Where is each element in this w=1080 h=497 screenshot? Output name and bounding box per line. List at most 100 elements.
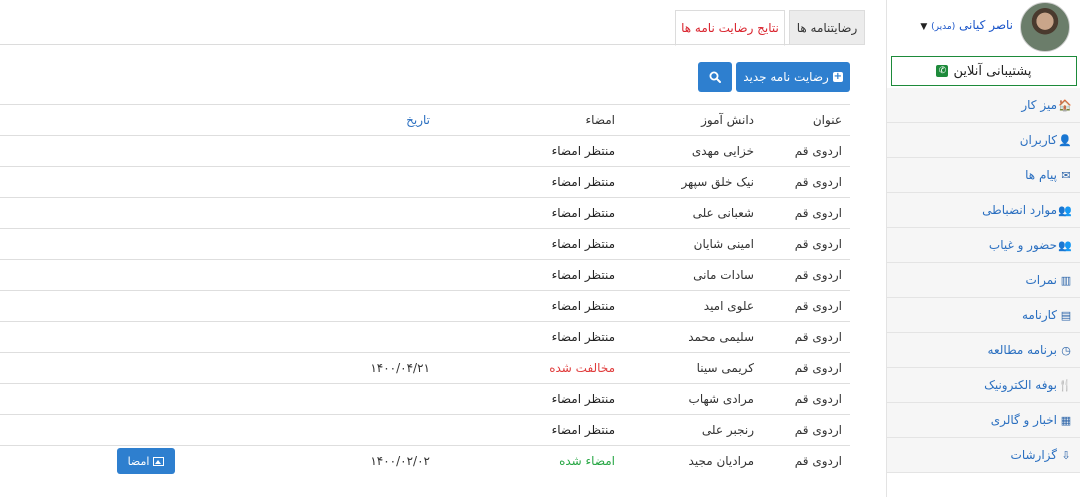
header-action: [0, 104, 250, 136]
date-value: ۱۴۰۰/۰۲/۰۲: [370, 454, 430, 469]
cell-title: اردوی قم: [754, 135, 850, 167]
cell-title: اردوی قم: [754, 321, 850, 353]
table-body: اردوی قم خزایی مهدی منتظر امضاء اردوی قم نیک…: [0, 135, 850, 477]
user-icon: 👤: [1058, 134, 1072, 147]
sidebar-item-0[interactable]: 🏠میز کار: [887, 88, 1080, 123]
cell-status: منتظر امضاء: [430, 290, 615, 322]
sidebar-item-1[interactable]: 👤کاربران: [887, 123, 1080, 158]
header-title: عنوان: [754, 104, 850, 136]
table-row: اردوی قم مرادی شهاب منتظر امضاء: [0, 383, 850, 415]
sidebar-item-8[interactable]: 🍴بوفه الکترونیک: [887, 368, 1080, 403]
cell-status: منتظر امضاء: [430, 321, 615, 353]
bar-chart-icon: ▥: [1060, 274, 1072, 287]
sidebar-item-label: برنامه مطالعه: [987, 343, 1057, 357]
cell-student: نیک خلق سپهر: [615, 166, 754, 198]
cell-date: ۱۴۰۰/۰۴/۲۱: [250, 352, 430, 384]
envelope-icon: ✉: [1061, 169, 1071, 182]
cell-date: [250, 228, 430, 260]
cell-date: [250, 290, 430, 322]
cell-title: اردوی قم: [754, 383, 850, 415]
table-row: اردوی قم نیک خلق سپهر منتظر امضاء: [0, 166, 850, 198]
card-icon: ▤: [1060, 309, 1072, 322]
sidebar-item-label: میز کار: [1021, 98, 1057, 112]
new-consent-button[interactable]: + رضایت نامه جدید: [736, 62, 850, 92]
support-label: پشتیبانی آنلاین: [953, 63, 1032, 79]
table-row: اردوی قم شعبانی علی منتظر امضاء: [0, 197, 850, 229]
cell-title: اردوی قم: [754, 259, 850, 291]
sidebar-item-7[interactable]: ◷ برنامه مطالعه: [887, 333, 1080, 368]
cell-action: [0, 321, 250, 353]
table-row: اردوی قم مرادیان مجید امضاء شده ۱۴۰۰/۰۲/۰۲ ا…: [0, 445, 850, 477]
plus-icon: +: [832, 71, 843, 82]
table-row: اردوی قم امینی شایان منتظر امضاء: [0, 228, 850, 260]
cell-student: مرادیان مجید: [615, 445, 754, 477]
header-sign: امضاء: [430, 104, 615, 136]
sign-button[interactable]: امضا: [117, 448, 175, 475]
cell-action: [0, 352, 250, 384]
cell-status: مخالفت شده: [430, 352, 615, 384]
cell-title: اردوی قم: [754, 166, 850, 198]
cell-action: [0, 228, 250, 260]
sidebar-item-label: موارد انضباطی: [982, 203, 1057, 217]
avatar[interactable]: [1020, 2, 1070, 52]
users-icon: 👥: [1058, 204, 1072, 217]
cell-student: سلیمی محمد: [615, 321, 754, 353]
cell-title: اردوی قم: [754, 352, 850, 384]
image-icon: [153, 456, 165, 466]
sidebar-item-3[interactable]: 👥موارد انضباطی: [887, 193, 1080, 228]
sidebar-item-label: کاربران: [1019, 133, 1057, 147]
cell-student: مرادی شهاب: [615, 383, 754, 415]
cell-status: منتظر امضاء: [430, 135, 615, 167]
cell-action: [0, 197, 250, 229]
user-role: (مدیر): [931, 22, 956, 32]
sidebar-item-label: حضور و غیاب: [988, 238, 1057, 252]
clock-icon: ◷: [1061, 344, 1071, 357]
cell-date: [250, 321, 430, 353]
cell-title: اردوی قم: [754, 414, 850, 446]
film-icon: ▦: [1060, 414, 1072, 427]
cell-action: امضا: [0, 445, 250, 477]
main-content: رضایتنامه ها نتایج رضایت نامه ها + رضایت…: [0, 0, 865, 497]
cell-title: اردوی قم: [754, 228, 850, 260]
header-date-sort[interactable]: تاریخ: [250, 104, 430, 136]
cell-title: اردوی قم: [754, 290, 850, 322]
new-consent-label: رضایت نامه جدید: [743, 70, 829, 84]
sidebar: ناصر کیانی (مدیر) ▼ پشتیبانی آنلاین ✆ 🏠م…: [886, 0, 1080, 497]
user-profile: ناصر کیانی (مدیر) ▼: [887, 0, 1080, 52]
cell-status: منتظر امضاء: [430, 197, 615, 229]
sidebar-item-label: بوفه الکترونیک: [984, 378, 1057, 392]
sidebar-item-label: اخبار و گالری: [990, 413, 1057, 427]
cell-student: کریمی سینا: [615, 352, 754, 384]
sidebar-item-4[interactable]: 👥حضور و غیاب: [887, 228, 1080, 263]
user-menu-toggle[interactable]: ناصر کیانی (مدیر) ▼: [920, 18, 1013, 32]
sort-icon: ⇩: [1061, 449, 1071, 462]
sidebar-item-6[interactable]: ▤کارنامه: [887, 298, 1080, 333]
search-icon: [709, 71, 721, 83]
sidebar-item-5[interactable]: ▥نمرات: [887, 263, 1080, 298]
cell-title: اردوی قم: [754, 197, 850, 229]
sidebar-item-9[interactable]: ▦اخبار و گالری: [887, 403, 1080, 438]
table-row: اردوی قم سلیمی محمد منتظر امضاء: [0, 321, 850, 353]
cell-student: امینی شایان: [615, 228, 754, 260]
cell-student: سادات مانی: [615, 259, 754, 291]
online-support-button[interactable]: پشتیبانی آنلاین ✆: [891, 56, 1077, 86]
sidebar-item-label: نمرات: [1025, 273, 1057, 287]
sidebar-item-label: پیام ها: [1025, 168, 1057, 182]
sidebar-item-10[interactable]: ⇩ گزارشات: [887, 438, 1080, 473]
tab-consent-results[interactable]: نتایج رضایت نامه ها: [675, 10, 785, 46]
cell-student: شعبانی علی: [615, 197, 754, 229]
cell-student: خزایی مهدی: [615, 135, 754, 167]
sidebar-item-label: کارنامه: [1021, 308, 1057, 322]
cell-student: رنجبر علی: [615, 414, 754, 446]
cell-date: [250, 383, 430, 415]
cell-action: [0, 383, 250, 415]
cell-action: [0, 166, 250, 198]
tab-consent-forms[interactable]: رضایتنامه ها: [789, 10, 865, 45]
caret-down-icon: ▼: [920, 22, 928, 32]
table-row: اردوی قم کریمی سینا مخالفت شده ۱۴۰۰/۰۴/۲۱: [0, 352, 850, 384]
cell-action: [0, 414, 250, 446]
sidebar-item-2[interactable]: ✉ پیام ها: [887, 158, 1080, 193]
search-button[interactable]: [698, 62, 732, 92]
user-name: ناصر کیانی: [959, 18, 1013, 32]
cell-status: منتظر امضاء: [430, 166, 615, 198]
